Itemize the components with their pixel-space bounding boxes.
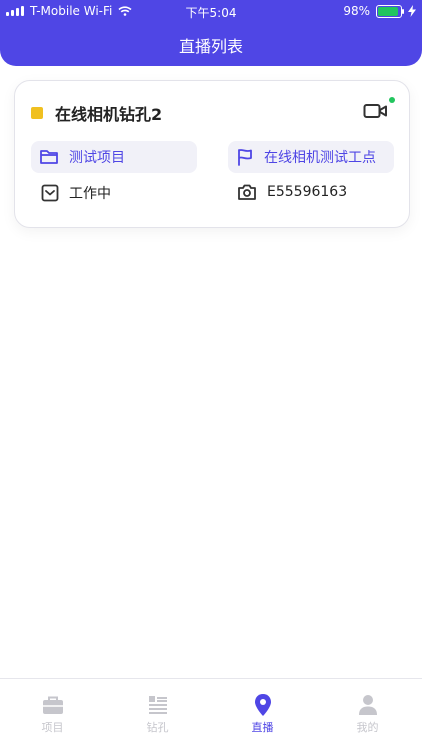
online-indicator (389, 97, 395, 103)
user-icon (358, 695, 377, 715)
charging-icon (408, 5, 416, 17)
location-pin-icon (254, 694, 271, 716)
tab-profile-label: 我的 (356, 721, 379, 734)
camera-icon (238, 184, 256, 200)
site-chip[interactable]: 在线相机测试工点 (228, 141, 394, 173)
app-header: T-Mobile Wi-Fi 下午5:04 98% 直播列表 (0, 0, 422, 66)
site-label: 在线相机测试工点 (264, 150, 376, 166)
tab-drilling-label: 钻孔 (146, 721, 169, 734)
inbox-icon (41, 184, 59, 202)
video-camera-button[interactable] (363, 97, 395, 123)
tab-drilling[interactable]: 钻孔 (105, 693, 210, 735)
tab-live[interactable]: 直播 (210, 693, 315, 735)
tab-live-label: 直播 (251, 721, 274, 734)
tab-projects-label: 项目 (41, 721, 64, 734)
drilling-list-icon (148, 696, 167, 714)
work-status-label: 工作中 (69, 186, 111, 202)
page-title: 直播列表 (178, 37, 243, 56)
project-chip[interactable]: 测试项目 (31, 141, 197, 173)
card-title-row: 在线相机钻孔2 (31, 101, 162, 125)
tab-profile[interactable]: 我的 (315, 693, 420, 735)
card-title: 在线相机钻孔2 (55, 105, 163, 124)
status-right: 98% (343, 4, 416, 18)
folder-icon (40, 150, 58, 164)
tab-bar: 项目 钻孔 直播 我的 (0, 678, 422, 751)
flag-icon (238, 149, 252, 166)
video-camera-icon (363, 104, 387, 118)
device-id-label: E55596163 (267, 184, 348, 200)
battery-percent: 98% (343, 4, 370, 18)
live-card[interactable]: 在线相机钻孔2 测试项目 在线相机测试工点 工作中 E55596163 (14, 80, 410, 228)
project-label: 测试项目 (69, 150, 125, 166)
tab-projects[interactable]: 项目 (0, 693, 105, 735)
battery-icon (376, 4, 404, 18)
status-square-icon (31, 107, 43, 119)
device-id: E55596163 (237, 183, 347, 201)
status-bar: T-Mobile Wi-Fi 下午5:04 98% (0, 0, 422, 22)
work-status: 工作中 (41, 183, 111, 203)
briefcase-icon (42, 696, 63, 714)
